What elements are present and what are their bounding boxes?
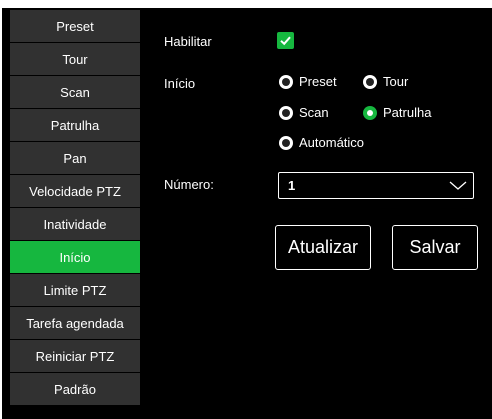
sidebar-item-label: Velocidade PTZ — [29, 183, 121, 199]
habilitar-checkbox[interactable] — [277, 32, 294, 49]
sidebar-item-inicio[interactable]: Início — [10, 241, 140, 273]
sidebar-item-label: Padrão — [54, 381, 96, 397]
sidebar: Preset Tour Scan Patrulha Pan Velocidade… — [10, 10, 140, 406]
sidebar-item-tarefa-agendada[interactable]: Tarefa agendada — [10, 307, 140, 339]
salvar-button[interactable]: Salvar — [392, 225, 478, 270]
radio-indicator — [363, 105, 377, 120]
radio-indicator — [279, 135, 293, 150]
radio-preset[interactable]: Preset — [279, 74, 337, 89]
chevron-down-icon — [449, 181, 467, 190]
sidebar-item-label: Patrulha — [50, 117, 100, 133]
radio-label: Preset — [299, 74, 337, 89]
sidebar-item-inatividade[interactable]: Inatividade — [10, 208, 140, 240]
sidebar-item-label: Início — [59, 249, 91, 265]
sidebar-item-label: Inatividade — [43, 216, 107, 232]
radio-indicator — [363, 74, 377, 89]
sidebar-item-pan[interactable]: Pan — [10, 142, 140, 174]
radio-tour[interactable]: Tour — [363, 74, 408, 89]
radio-label: Patrulha — [383, 105, 432, 120]
inicio-label: Início — [164, 76, 196, 91]
sidebar-item-label: Scan — [60, 84, 90, 100]
numero-label: Número: — [164, 177, 214, 192]
radio-label: Tour — [383, 74, 409, 89]
sidebar-item-tour[interactable]: Tour — [10, 43, 140, 75]
sidebar-item-label: Reiniciar PTZ — [35, 348, 115, 364]
radio-patrulha[interactable]: Patrulha — [363, 105, 431, 120]
sidebar-item-label: Tour — [62, 51, 88, 67]
numero-select-value: 1 — [288, 178, 296, 193]
atualizar-button[interactable]: Atualizar — [275, 225, 371, 270]
sidebar-item-padrao[interactable]: Padrão — [10, 373, 140, 405]
radio-indicator — [279, 74, 293, 89]
sidebar-item-reiniciar-ptz[interactable]: Reiniciar PTZ — [10, 340, 140, 372]
sidebar-item-velocidade-ptz[interactable]: Velocidade PTZ — [10, 175, 140, 207]
checkmark-icon — [280, 36, 291, 46]
sidebar-item-patrulha[interactable]: Patrulha — [10, 109, 140, 141]
radio-indicator — [279, 105, 293, 120]
sidebar-item-scan[interactable]: Scan — [10, 76, 140, 108]
sidebar-item-label: Pan — [63, 150, 87, 166]
radio-automatico[interactable]: Automático — [279, 135, 364, 150]
numero-select[interactable]: 1 — [278, 172, 474, 199]
sidebar-item-preset[interactable]: Preset — [10, 10, 140, 42]
radio-label: Automático — [299, 135, 365, 150]
sidebar-item-label: Tarefa agendada — [26, 315, 124, 331]
sidebar-item-limite-ptz[interactable]: Limite PTZ — [10, 274, 140, 306]
habilitar-label: Habilitar — [164, 34, 212, 49]
radio-scan[interactable]: Scan — [279, 105, 329, 120]
radio-label: Scan — [299, 105, 329, 120]
sidebar-item-label: Limite PTZ — [43, 282, 107, 298]
sidebar-item-label: Preset — [56, 18, 94, 34]
